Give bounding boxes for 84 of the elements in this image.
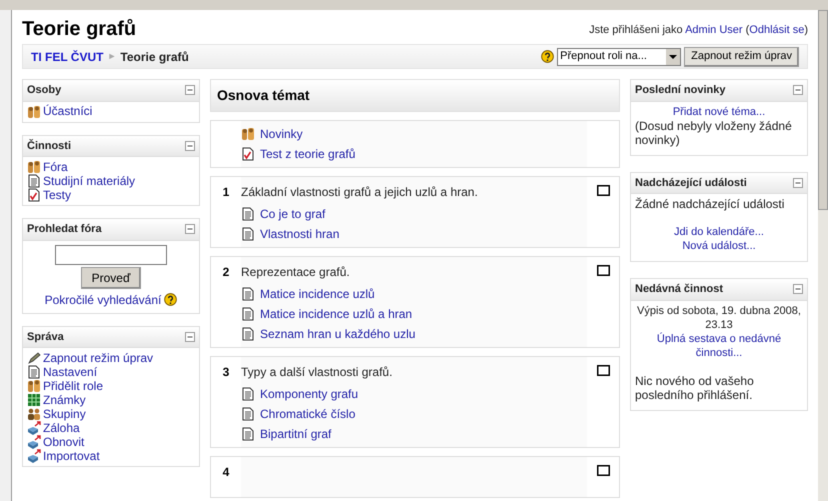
section-number: 4 bbox=[222, 464, 230, 481]
section-number: 3 bbox=[222, 364, 230, 381]
block-title: Správa bbox=[27, 330, 64, 344]
breadcrumb-separator: ► bbox=[107, 50, 116, 63]
login-info: Jste přihlášeni jako Admin User (Odhlásit se) bbox=[589, 22, 808, 38]
group-icon bbox=[27, 407, 41, 421]
search-field[interactable] bbox=[55, 244, 167, 264]
help-icon[interactable] bbox=[164, 293, 178, 306]
checked-document-icon bbox=[27, 188, 41, 202]
activity-link[interactable]: Komponenty grafu bbox=[241, 387, 587, 401]
section-summary: Typy a další vlastnosti grafů. bbox=[241, 364, 394, 381]
block-title: Činnosti bbox=[27, 138, 71, 154]
pencil-icon bbox=[27, 351, 41, 365]
block-title: Prohledat fóra bbox=[27, 222, 102, 237]
section-number: 1 bbox=[222, 184, 230, 201]
activity-link[interactable]: Test z teorie grafů bbox=[241, 147, 587, 161]
block-title: Osoby bbox=[27, 83, 62, 98]
block-link[interactable]: Nastavení bbox=[27, 365, 195, 379]
block-title: Poslední novinky bbox=[635, 83, 726, 98]
block-text: (Dosud nebyly vloženy žádné novinky) bbox=[635, 118, 793, 146]
square-icon[interactable] bbox=[596, 185, 610, 196]
block-link[interactable]: Studijní materiály bbox=[27, 174, 195, 188]
block-link[interactable]: Úplná sestava o nedávné činnosti... bbox=[635, 332, 803, 360]
block-link[interactable]: Importovat bbox=[27, 449, 195, 463]
box-arrow-icon bbox=[27, 449, 41, 463]
collapse-icon[interactable] bbox=[185, 85, 195, 96]
activity-link[interactable]: Co je to graf bbox=[241, 207, 587, 221]
collapse-icon[interactable] bbox=[793, 85, 803, 96]
user-link[interactable]: Admin User bbox=[685, 24, 743, 36]
square-icon[interactable] bbox=[596, 265, 610, 276]
block-text: Nic nového od vašeho posledního přihlášení. bbox=[635, 374, 755, 402]
block-text: Žádné nadcházející události bbox=[635, 197, 786, 211]
square-icon[interactable] bbox=[596, 465, 610, 476]
collapse-icon[interactable] bbox=[185, 224, 195, 234]
activity-link[interactable]: Bipartitní graf bbox=[241, 427, 587, 441]
activity-link[interactable]: Matice incidence uzlů bbox=[241, 287, 587, 301]
box-arrow-icon bbox=[27, 435, 41, 449]
page-title: Teorie grafů bbox=[22, 17, 136, 42]
section-summary: Reprezentace grafů. bbox=[241, 264, 351, 281]
block-link[interactable]: Testy bbox=[27, 188, 195, 202]
block-text: Výpis od sobota, 19. dubna 2008, 23.13 bbox=[636, 304, 802, 332]
activity-link[interactable]: Seznam hran u každého uzlu bbox=[241, 327, 587, 341]
activity-link[interactable]: Novinky bbox=[241, 127, 587, 141]
collapse-icon[interactable] bbox=[793, 284, 803, 294]
people-icon bbox=[27, 160, 41, 174]
grid-icon bbox=[27, 393, 41, 407]
section-summary: Základní vlastnosti grafů a jejich uzlů a hran. bbox=[241, 184, 479, 201]
document-icon bbox=[27, 174, 41, 188]
block-link[interactable]: Nová událost... bbox=[682, 239, 756, 253]
block-link[interactable]: Fóra bbox=[27, 160, 195, 174]
section-number: 2 bbox=[222, 264, 230, 281]
people-icon bbox=[241, 127, 255, 141]
block-title: Nedávná činnost bbox=[635, 282, 724, 297]
activity-link[interactable]: Chromatické číslo bbox=[241, 407, 587, 421]
people-icon bbox=[27, 104, 41, 118]
block-link[interactable]: Známky bbox=[27, 393, 195, 407]
scrollbar[interactable] bbox=[818, 10, 828, 501]
section-heading: Osnova témat bbox=[210, 79, 620, 112]
breadcrumb-current: Teorie grafů bbox=[120, 48, 189, 66]
role-select[interactable]: Přepnout roli na... bbox=[557, 48, 682, 66]
block-link[interactable]: Skupiny bbox=[27, 407, 195, 421]
block-link[interactable]: Účastníci bbox=[27, 104, 195, 118]
advanced-search-link[interactable]: Pokročilé vyhledávání bbox=[44, 290, 162, 308]
block-link[interactable]: Záloha bbox=[27, 421, 195, 435]
block-link[interactable]: Přidat nové téma... bbox=[672, 104, 766, 118]
block-link[interactable]: Přidělit role bbox=[27, 379, 195, 393]
help-icon[interactable] bbox=[541, 50, 554, 63]
collapse-icon[interactable] bbox=[793, 178, 803, 188]
document-icon bbox=[27, 365, 41, 379]
block-link[interactable]: Zapnout režim úprav bbox=[27, 351, 195, 365]
block-title: Nadcházející události bbox=[635, 176, 747, 190]
activity-link[interactable]: Vlastnosti hran bbox=[241, 227, 587, 241]
block-link[interactable]: Obnovit bbox=[27, 435, 195, 449]
collapse-icon[interactable] bbox=[185, 332, 195, 342]
logout-link[interactable]: Odhlásit se bbox=[749, 24, 804, 36]
collapse-icon[interactable] bbox=[185, 140, 195, 151]
box-arrow-icon bbox=[27, 421, 41, 435]
search-button[interactable]: Proveď bbox=[80, 266, 142, 288]
people-icon bbox=[27, 379, 41, 393]
block-link[interactable]: Jdi do kalendáře... bbox=[674, 225, 764, 239]
activity-link[interactable]: Matice incidence uzlů a hran bbox=[241, 307, 587, 321]
edit-mode-button[interactable]: Zapnout režim úprav bbox=[684, 46, 799, 66]
square-icon[interactable] bbox=[596, 365, 610, 376]
breadcrumb-link[interactable]: TI FEL ČVUT bbox=[31, 48, 104, 66]
